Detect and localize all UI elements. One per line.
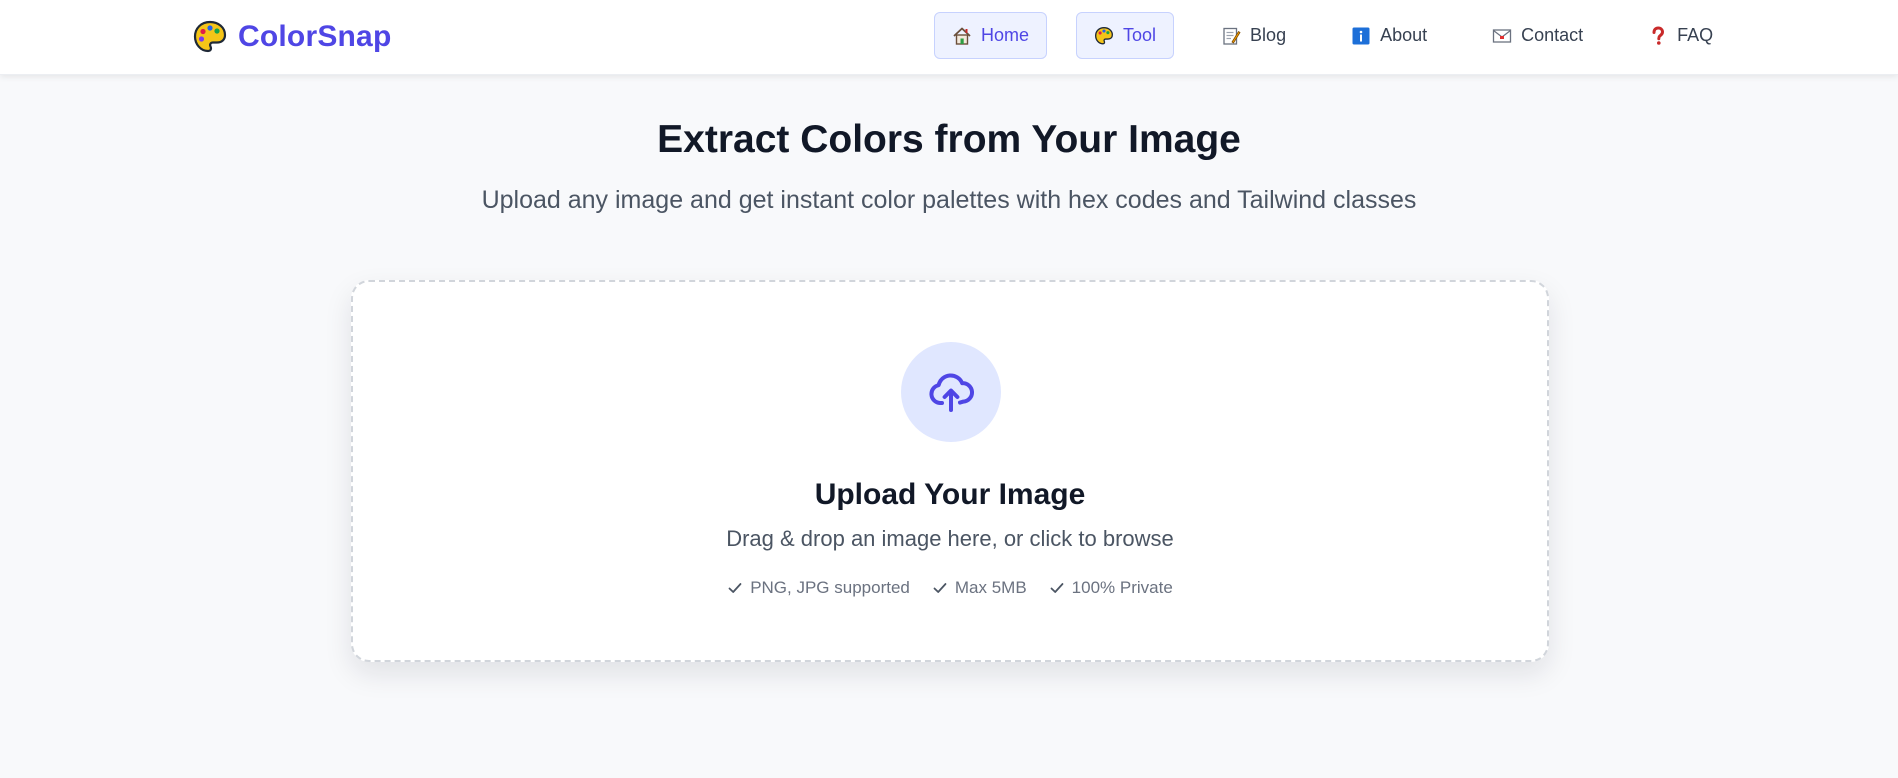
memo-icon <box>1223 27 1241 45</box>
palette-icon <box>1095 26 1114 44</box>
feature-item: 100% Private <box>1049 578 1173 598</box>
nav-item-tool[interactable]: Tool <box>1076 12 1175 59</box>
feature-label: 100% Private <box>1071 578 1173 597</box>
feature-item: Max 5MB <box>932 578 1027 598</box>
upload-icon-circle <box>901 342 1001 442</box>
check-icon <box>1050 583 1064 593</box>
navbar: ColorSnap Home Tool Blog About Contact F… <box>0 0 1898 75</box>
nav-label-home: Home <box>981 25 1030 45</box>
nav-label-tool: Tool <box>1123 25 1157 45</box>
info-icon <box>1352 27 1370 44</box>
page-title: Extract Colors from Your Image <box>657 118 1241 161</box>
nav-item-home[interactable]: Home <box>934 12 1048 59</box>
check-icon <box>728 583 742 593</box>
nav-menu: Home Tool Blog About Contact FAQ <box>934 12 1731 59</box>
feature-label: PNG, JPG supported <box>750 578 910 597</box>
house-icon <box>953 27 971 45</box>
brand-name: ColorSnap <box>238 20 392 53</box>
nav-label-faq: FAQ <box>1677 25 1714 45</box>
page-subtitle: Upload any image and get instant color p… <box>481 186 1417 214</box>
nav-label-about: About <box>1380 25 1428 45</box>
upload-features: PNG, JPG supported Max 5MB 100% Private <box>353 578 1547 598</box>
nav-item-contact[interactable]: Contact <box>1474 12 1601 59</box>
upload-description: Drag & drop an image here, or click to b… <box>726 526 1174 551</box>
brand-link[interactable]: ColorSnap <box>192 18 391 56</box>
nav-item-blog[interactable]: Blog <box>1203 12 1304 59</box>
cloud-upload-icon <box>929 373 974 412</box>
question-mark-icon <box>1652 25 1665 45</box>
feature-item: PNG, JPG supported <box>727 578 910 598</box>
palette-icon <box>193 20 227 53</box>
nav-label-blog: Blog <box>1250 25 1287 45</box>
upload-dropzone[interactable]: Upload Your Image Drag & drop an image h… <box>351 280 1549 662</box>
feature-label: Max 5MB <box>954 578 1027 597</box>
nav-label-contact: Contact <box>1521 25 1584 45</box>
nav-item-faq[interactable]: FAQ <box>1630 12 1731 59</box>
envelope-icon <box>1492 28 1512 43</box>
check-icon <box>933 583 947 593</box>
nav-item-about[interactable]: About <box>1333 12 1445 59</box>
upload-title: Upload Your Image <box>814 478 1086 511</box>
